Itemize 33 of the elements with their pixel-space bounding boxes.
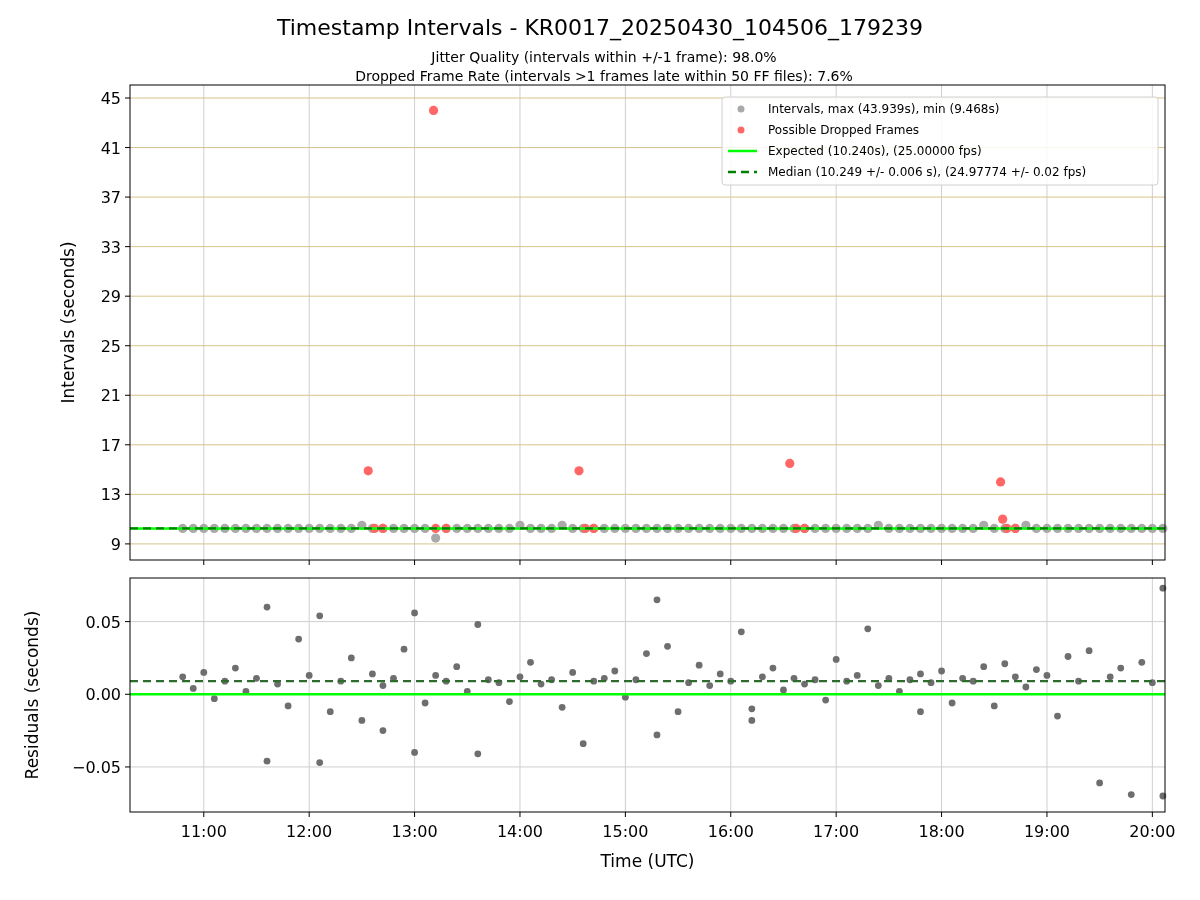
axis-label: Time (UTC) xyxy=(600,851,695,871)
tick-label: 11:00 xyxy=(180,822,227,841)
legend-label: Median (10.249 +/- 0.006 s), (24.97774 +/- 0.02 fps) xyxy=(768,165,1087,179)
legend-label: Possible Dropped Frames xyxy=(768,123,920,137)
chart-title: Timestamp Intervals - KR0017_20250430_104506_179239 xyxy=(276,14,924,42)
tick-label: 14:00 xyxy=(496,822,543,841)
tick-label: 12:00 xyxy=(286,822,333,841)
tick-label: 17:00 xyxy=(813,822,860,841)
tick-label: 15:00 xyxy=(602,822,649,841)
tick-label: 18:00 xyxy=(918,822,965,841)
tick-label: −0.05 xyxy=(71,757,121,777)
axis-label: Residuals (seconds) xyxy=(22,610,42,780)
tick-label: 9 xyxy=(110,534,121,554)
legend-label: Expected (10.240s), (25.00000 fps) xyxy=(768,144,982,158)
tick-label: 0.05 xyxy=(85,612,121,632)
tick-label: 17 xyxy=(100,435,121,455)
legend-label: Intervals, max (43.939s), min (9.468s) xyxy=(768,102,1000,116)
tick-label: 19:00 xyxy=(1023,822,1070,841)
axis-label: Intervals (seconds) xyxy=(58,241,78,404)
tick-label: 37 xyxy=(100,188,121,208)
tick-label: 21 xyxy=(100,386,121,406)
tick-label: 13:00 xyxy=(391,822,438,841)
chart-subtitle: Dropped Frame Rate (intervals >1 frames late within 50 FF files): 7.6% xyxy=(355,67,853,86)
tick-label: 33 xyxy=(100,237,121,257)
tick-label: 0.00 xyxy=(85,685,121,705)
tick-label: 25 xyxy=(100,336,121,356)
tick-label: 16:00 xyxy=(707,822,754,841)
tick-label: 13 xyxy=(100,485,121,505)
tick-label: 29 xyxy=(100,287,121,307)
tick-label: 20:00 xyxy=(1129,822,1176,841)
tick-label: 41 xyxy=(100,138,121,158)
tick-label: 45 xyxy=(100,89,121,108)
chart-subtitle: Jitter Quality (intervals within +/-1 frame): 98.0% xyxy=(431,48,777,67)
